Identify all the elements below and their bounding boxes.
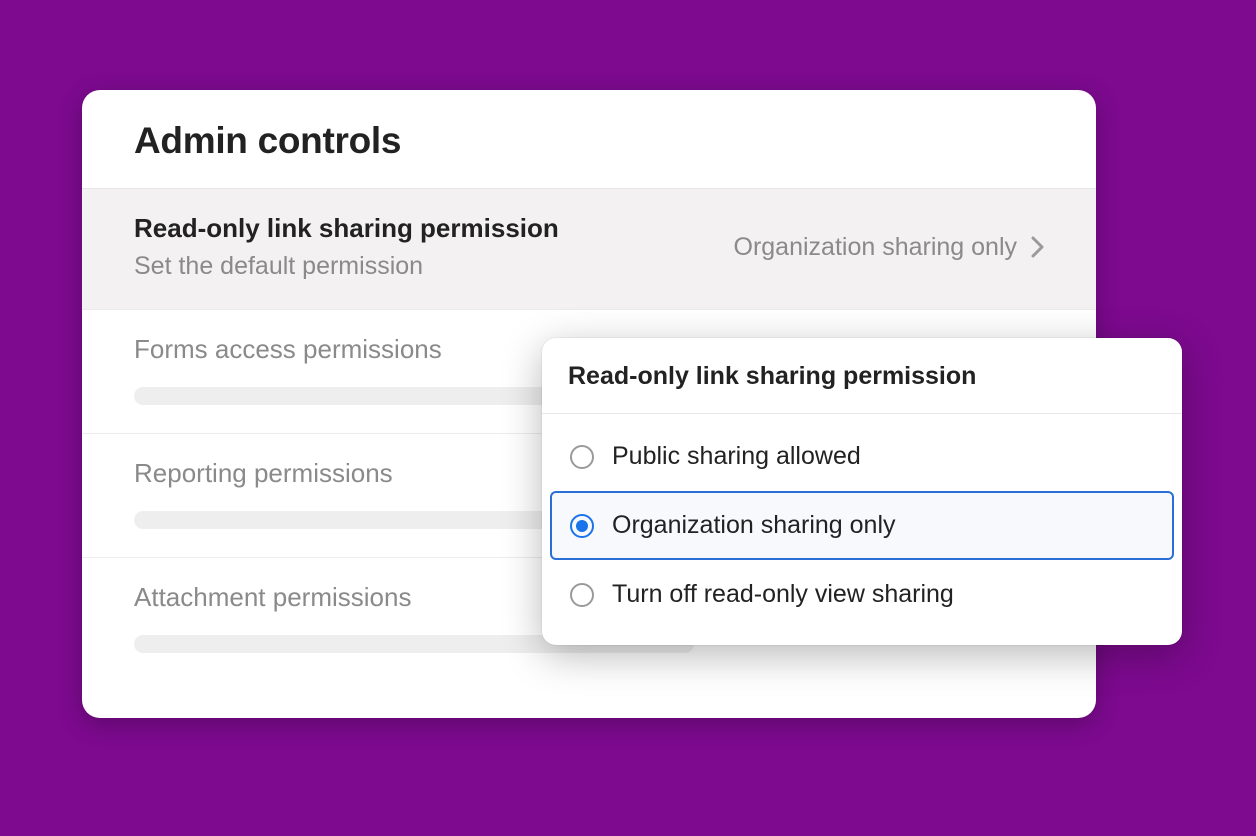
setting-subtitle: Set the default permission bbox=[134, 252, 559, 281]
popover-options: Public sharing allowed Organization shar… bbox=[542, 414, 1182, 645]
option-organization-only[interactable]: Organization sharing only bbox=[550, 491, 1174, 560]
setting-current-value: Organization sharing only bbox=[734, 233, 1018, 262]
option-public-sharing[interactable]: Public sharing allowed bbox=[550, 422, 1174, 491]
setting-title: Read-only link sharing permission bbox=[134, 213, 559, 244]
option-label: Turn off read-only view sharing bbox=[612, 580, 954, 609]
panel-header: Admin controls bbox=[82, 90, 1096, 189]
popover-title: Read-only link sharing permission bbox=[542, 338, 1182, 414]
chevron-right-icon bbox=[1031, 236, 1044, 258]
permission-popover: Read-only link sharing permission Public… bbox=[542, 338, 1182, 645]
setting-row-read-only-sharing[interactable]: Read-only link sharing permission Set th… bbox=[82, 189, 1096, 310]
setting-row-left: Read-only link sharing permission Set th… bbox=[134, 213, 559, 281]
option-turn-off-sharing[interactable]: Turn off read-only view sharing bbox=[550, 560, 1174, 629]
radio-icon bbox=[570, 514, 594, 538]
option-label: Organization sharing only bbox=[612, 511, 896, 540]
radio-icon bbox=[570, 445, 594, 469]
setting-row-right: Organization sharing only bbox=[734, 233, 1045, 262]
panel-title: Admin controls bbox=[134, 120, 1044, 162]
radio-icon bbox=[570, 583, 594, 607]
option-label: Public sharing allowed bbox=[612, 442, 861, 471]
